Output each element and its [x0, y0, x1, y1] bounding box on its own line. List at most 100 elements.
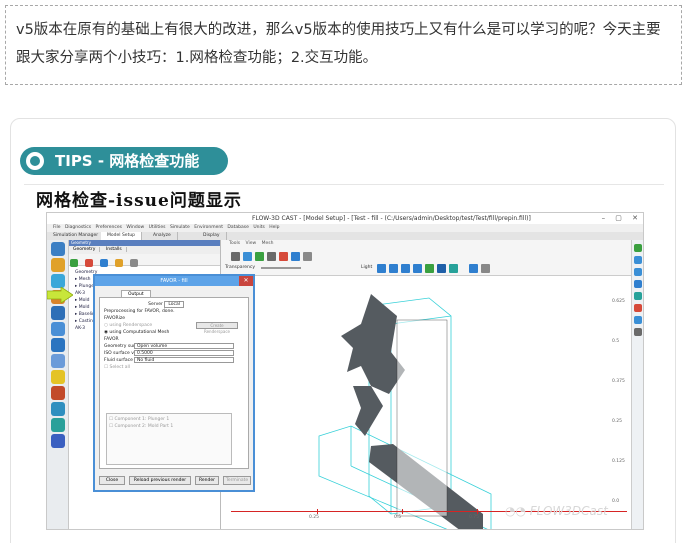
add-icon[interactable]: [70, 259, 78, 267]
grid-icon[interactable]: [303, 252, 312, 261]
window-controls[interactable]: – ▢ ✕: [602, 213, 642, 224]
transform-icon[interactable]: [100, 259, 109, 267]
left-toolbar: [47, 240, 69, 529]
circle-icon: [26, 152, 44, 170]
select-all-label: Select all: [109, 365, 131, 370]
layers-icon[interactable]: [51, 274, 65, 288]
watermark-text: FLOW3DCast: [529, 504, 608, 518]
light-x-icon[interactable]: [377, 264, 386, 273]
folder-icon[interactable]: [115, 259, 124, 267]
close-button[interactable]: Close: [99, 476, 125, 485]
create-renderspace-button[interactable]: Create Renderspace: [196, 322, 238, 334]
timer-icon[interactable]: [51, 370, 65, 384]
component-label: Component 1: Plunger 1: [114, 417, 170, 422]
iso-row: ISO surface value 0.5000: [104, 350, 244, 357]
mesh-view[interactable]: [221, 276, 633, 530]
casting-part: [341, 294, 405, 394]
y-axis-label: 0.625: [612, 299, 625, 304]
gear-icon[interactable]: [51, 322, 65, 336]
tab-analyze[interactable]: Analyze: [147, 232, 178, 240]
light-xy-icon[interactable]: [413, 264, 422, 273]
render-icon[interactable]: [425, 264, 434, 273]
clock-icon[interactable]: [51, 258, 65, 272]
x-axis-tick: [402, 509, 403, 514]
component-label: Component 2: Mold Part 1: [114, 424, 174, 429]
dialog-title: FAVOR - fill: [160, 278, 188, 284]
options-icon[interactable]: [481, 264, 490, 273]
tips-badge: TIPS - 网格检查功能: [20, 147, 228, 175]
3d-viewport[interactable]: Tools View Mesh Transparency Light: [221, 240, 633, 530]
menu-bar[interactable]: File Diagnostics Preferences Window Util…: [47, 224, 643, 232]
section-title: 网格检查-issue问题显示: [36, 191, 242, 211]
favor-label: FAVOR: [104, 337, 119, 342]
settings-icon[interactable]: [130, 259, 139, 267]
arrow-icon: [47, 287, 73, 303]
geometry-surface-select[interactable]: Open volume: [134, 343, 234, 349]
x-axis-label: 0.25: [309, 515, 320, 520]
tab-model-setup[interactable]: Model Setup: [101, 232, 143, 240]
transparency-slider[interactable]: [261, 267, 301, 269]
main-tabs: Simulation Manager Model Setup Analyze D…: [47, 232, 643, 240]
arrow-icon[interactable]: [634, 256, 642, 264]
rotate-icon[interactable]: [634, 268, 642, 276]
transparency-label: Transparency: [225, 265, 256, 270]
x-axis-tick: [477, 509, 478, 514]
y-axis-label: 0.375: [612, 379, 625, 384]
wechat-icon: ◔◔: [505, 504, 530, 518]
favorize-label: FAVORize: [104, 316, 126, 321]
tab-simulation-manager[interactable]: Simulation Manager: [47, 232, 106, 240]
light-z-icon[interactable]: [401, 264, 410, 273]
y-axis-label: 0.125: [612, 459, 625, 464]
delete-icon[interactable]: [279, 252, 288, 261]
tab-display[interactable]: Display: [197, 232, 227, 240]
add-icon[interactable]: [634, 244, 642, 252]
view-toolbar-label: Tools View Mesh: [229, 241, 274, 246]
geometry-toolbar: [69, 254, 220, 267]
refresh-icon[interactable]: [469, 264, 478, 273]
tool-icon[interactable]: [634, 304, 642, 312]
camera-icon[interactable]: [437, 264, 446, 273]
iso-input[interactable]: 0.5000: [134, 350, 234, 356]
mesh-icon[interactable]: [51, 338, 65, 352]
probe-icon[interactable]: [51, 354, 65, 368]
casting-part: [353, 386, 383, 436]
tab-geometry[interactable]: Geometry: [69, 247, 101, 252]
view-icon[interactable]: [231, 252, 240, 261]
chart-icon[interactable]: [634, 280, 642, 288]
dialog-titlebar: FAVOR - fill ✕: [95, 276, 253, 286]
terminate-button[interactable]: Terminate: [223, 476, 251, 485]
transform-icon[interactable]: [291, 252, 300, 261]
delete-icon[interactable]: [85, 259, 94, 267]
x-axis-tick: [317, 509, 318, 514]
camera-icon[interactable]: [634, 292, 642, 300]
x-axis-label: 0.75: [469, 515, 480, 520]
simulate-icon[interactable]: [51, 418, 65, 432]
mesh-radio[interactable]: ◉ using Computational Mesh: [104, 329, 244, 336]
reload-previous-render-button[interactable]: Reload previous render: [129, 476, 191, 485]
globe-icon[interactable]: [51, 242, 65, 256]
select-all-checkbox[interactable]: ☐ Select all: [104, 364, 244, 371]
tab-installs[interactable]: Installs: [101, 247, 127, 252]
component-item[interactable]: ☐ Component 2: Mold Part 1: [109, 423, 229, 430]
light-y-icon[interactable]: [389, 264, 398, 273]
light-label: Light: [361, 265, 373, 270]
settings-icon[interactable]: [634, 328, 642, 336]
fluid-surface-select[interactable]: No fluid: [134, 357, 234, 363]
grid-icon[interactable]: [634, 316, 642, 324]
refresh-icon[interactable]: [51, 402, 65, 416]
tips-badge-label: TIPS - 网格检查功能: [55, 152, 200, 170]
flow3d-logo-icon[interactable]: [51, 434, 65, 448]
output-icon[interactable]: [51, 386, 65, 400]
solver-select[interactable]: Local: [164, 301, 184, 308]
cube-icon[interactable]: [51, 306, 65, 320]
component-list: ☐ Component 1: Plunger 1 ☐ Component 2: …: [106, 413, 232, 465]
mesh-radio-label: using Computational Mesh: [109, 330, 170, 335]
mesh-icon[interactable]: [243, 252, 252, 261]
dialog-close-button[interactable]: ✕: [239, 276, 253, 286]
save-view-icon[interactable]: [449, 264, 458, 273]
check-icon[interactable]: [255, 252, 264, 261]
renderspace-radio[interactable]: ○ using Renderspace Create Renderspace: [104, 322, 244, 334]
cube-icon[interactable]: [267, 252, 276, 261]
render-button[interactable]: Render: [195, 476, 219, 485]
component-item[interactable]: ☐ Component 1: Plunger 1: [109, 416, 229, 423]
